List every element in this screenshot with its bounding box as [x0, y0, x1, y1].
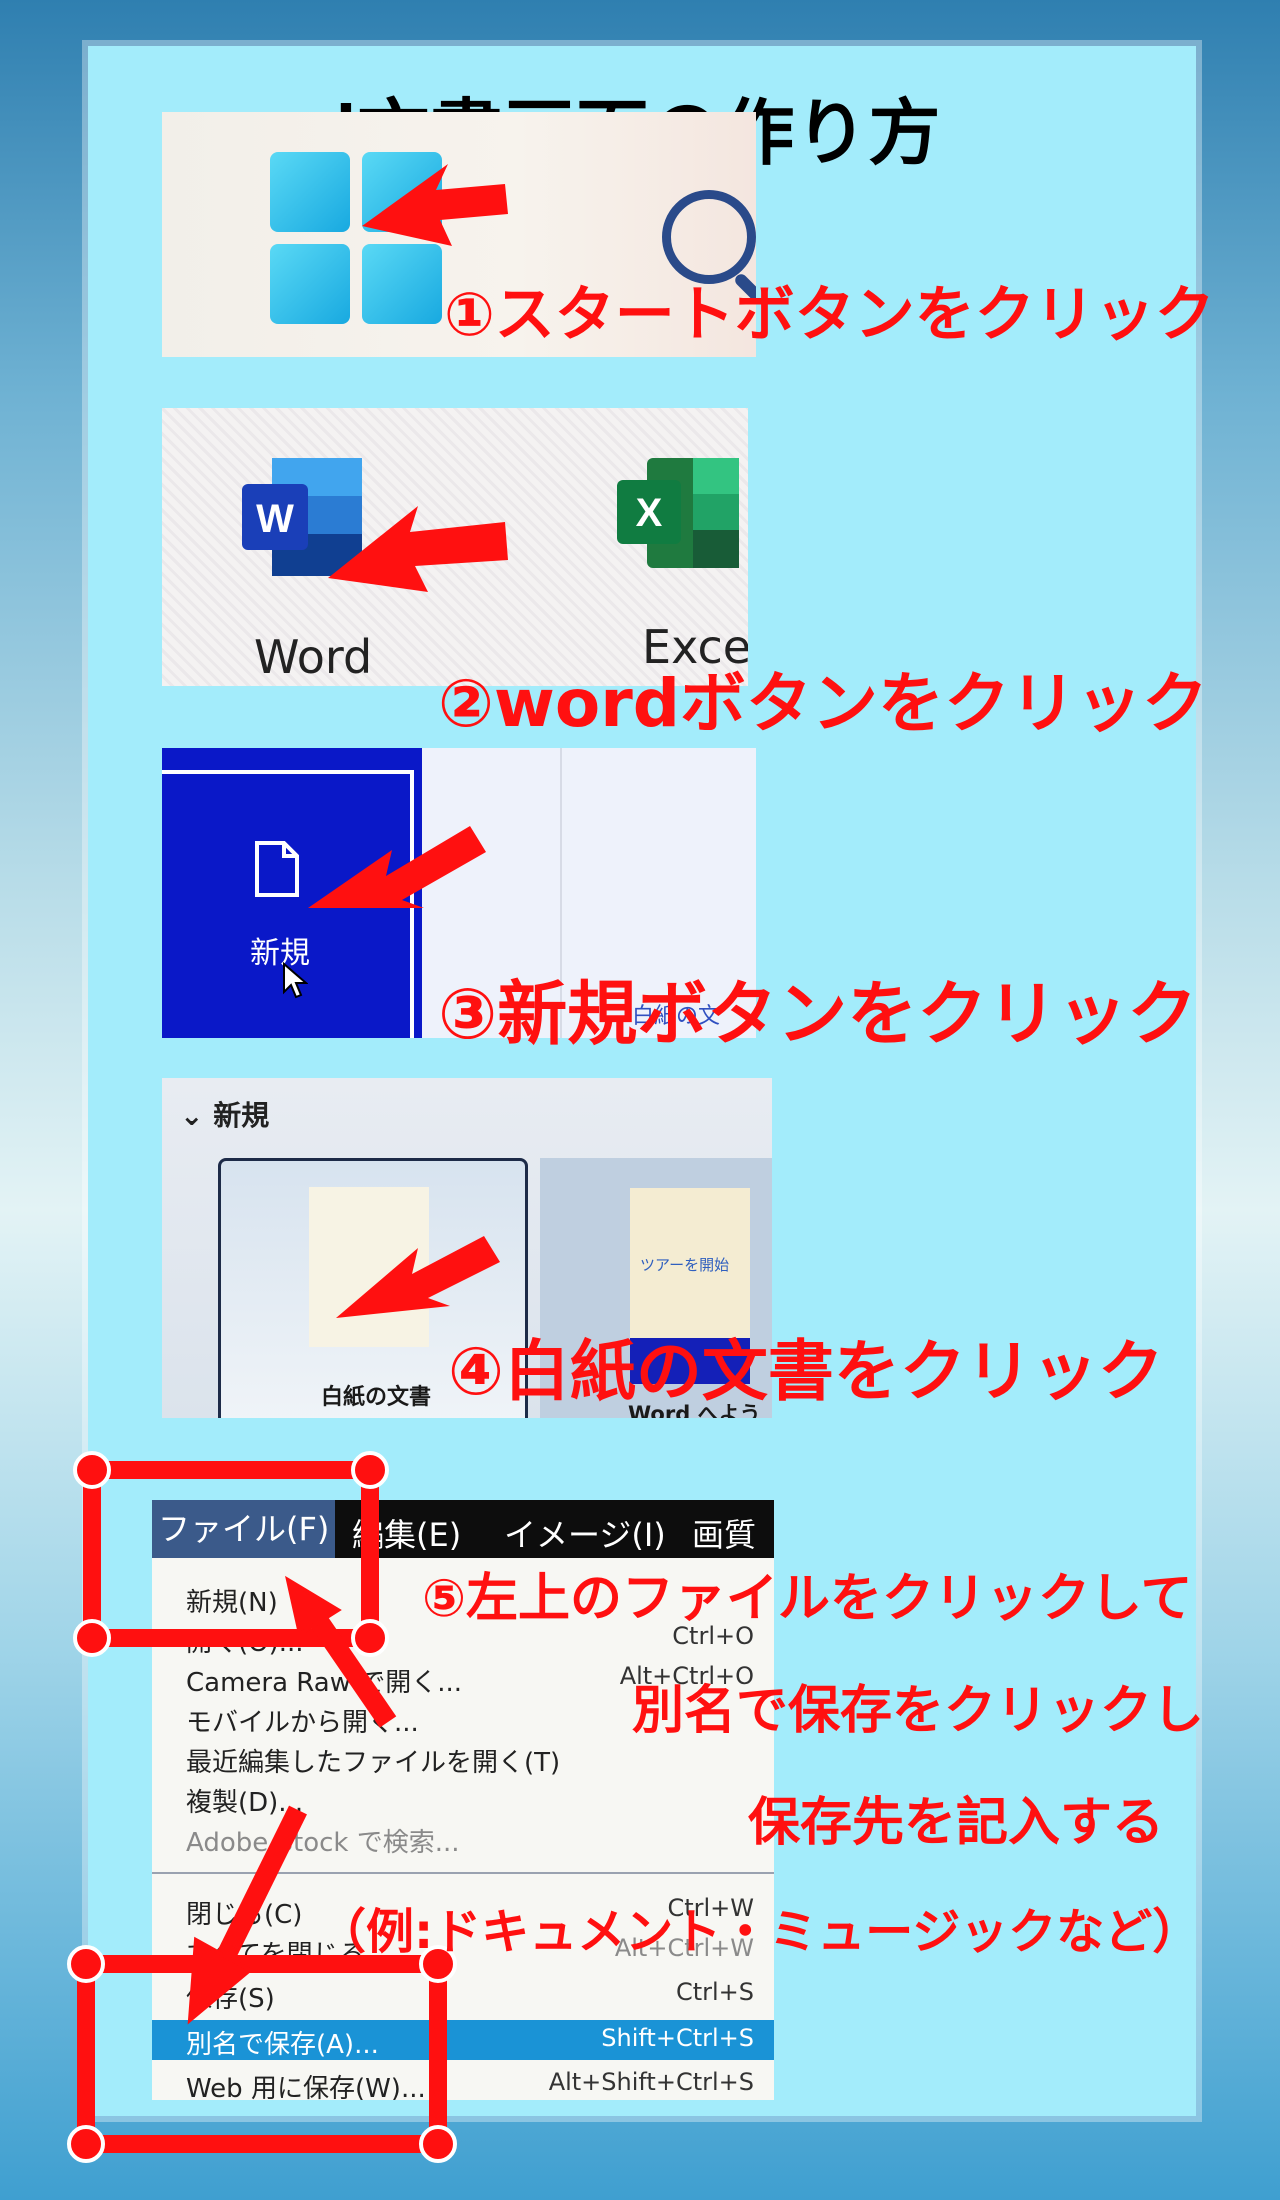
menu-item-adobe-stock[interactable]: Adobe Stock で検索...	[186, 1822, 460, 1859]
step-1-label: ①スタートボタンをクリック	[444, 280, 1215, 350]
menu-separator	[152, 1872, 774, 1874]
svg-text:X: X	[636, 491, 663, 535]
tour-label: ツアーを開始	[640, 1256, 730, 1274]
step-4-label: ④白紙の文書をクリック	[448, 1333, 1164, 1410]
shortcut-save-as: Shift+Ctrl+S	[601, 2024, 754, 2052]
new-document-tile[interactable]: 新規	[162, 748, 422, 1038]
step-3-label: ③新規ボタンをクリック	[438, 973, 1198, 1055]
menu-item-recent[interactable]: 最近編集したファイルを開く(T)	[186, 1742, 560, 1779]
menu-image[interactable]: イメージ(I)	[504, 1510, 666, 1556]
menu-item-close[interactable]: 閉じる(C)	[186, 1894, 302, 1931]
step-5-line-2: 別名で保存をクリックし	[632, 1681, 1205, 1741]
step-2-label: ②wordボタンをクリック	[438, 665, 1208, 742]
menu-item-camera-raw[interactable]: Camera Raw で開く...	[186, 1662, 462, 1699]
menu-item-save[interactable]: 保存(S)	[186, 1978, 275, 2015]
svg-text:W: W	[256, 497, 294, 541]
document-icon	[255, 841, 299, 897]
blank-document-label: 白紙の文書	[321, 1385, 432, 1410]
menu-item-duplicate[interactable]: 複製(D)...	[186, 1782, 303, 1819]
menu-file[interactable]: ファイル(F)	[152, 1500, 336, 1558]
word-app-screenshot: W Word X Excel	[162, 408, 748, 686]
menu-item-save-as[interactable]: 別名で保存(A)...	[186, 2024, 379, 2061]
shortcut-save: Ctrl+S	[675, 1978, 754, 2006]
blank-page-thumbnail	[309, 1187, 429, 1347]
section-heading: ⌄ 新規	[180, 1099, 270, 1132]
step-5-line-3: 保存先を記入する	[748, 1793, 1165, 1853]
menu-quality[interactable]: 画質	[692, 1510, 756, 1556]
menu-edit[interactable]: 編集(E)	[352, 1510, 461, 1556]
step-5-line-4: （例:ドキュメント・ミュージックなど）	[318, 1904, 1201, 1960]
menu-item-open[interactable]: 開く(O)...	[186, 1622, 304, 1659]
step-5-line-1: ⑤左上のファイルをクリックして	[422, 1569, 1193, 1629]
cursor-icon	[283, 962, 308, 999]
excel-icon: X	[617, 458, 739, 568]
shortcut-save-web: Alt+Shift+Ctrl+S	[548, 2068, 754, 2096]
menu-item-new[interactable]: 新規(N)	[186, 1582, 278, 1619]
chevron-down-icon: ⌄	[180, 1099, 214, 1132]
menu-bar: ファイル(F) 編集(E) イメージ(I) 画質	[152, 1500, 774, 1558]
word-icon: W	[242, 458, 362, 576]
menu-item-open-mobile[interactable]: モバイルから開く...	[186, 1702, 419, 1739]
menu-item-save-web[interactable]: Web 用に保存(W)...	[186, 2068, 426, 2100]
word-label: Word	[254, 630, 373, 684]
